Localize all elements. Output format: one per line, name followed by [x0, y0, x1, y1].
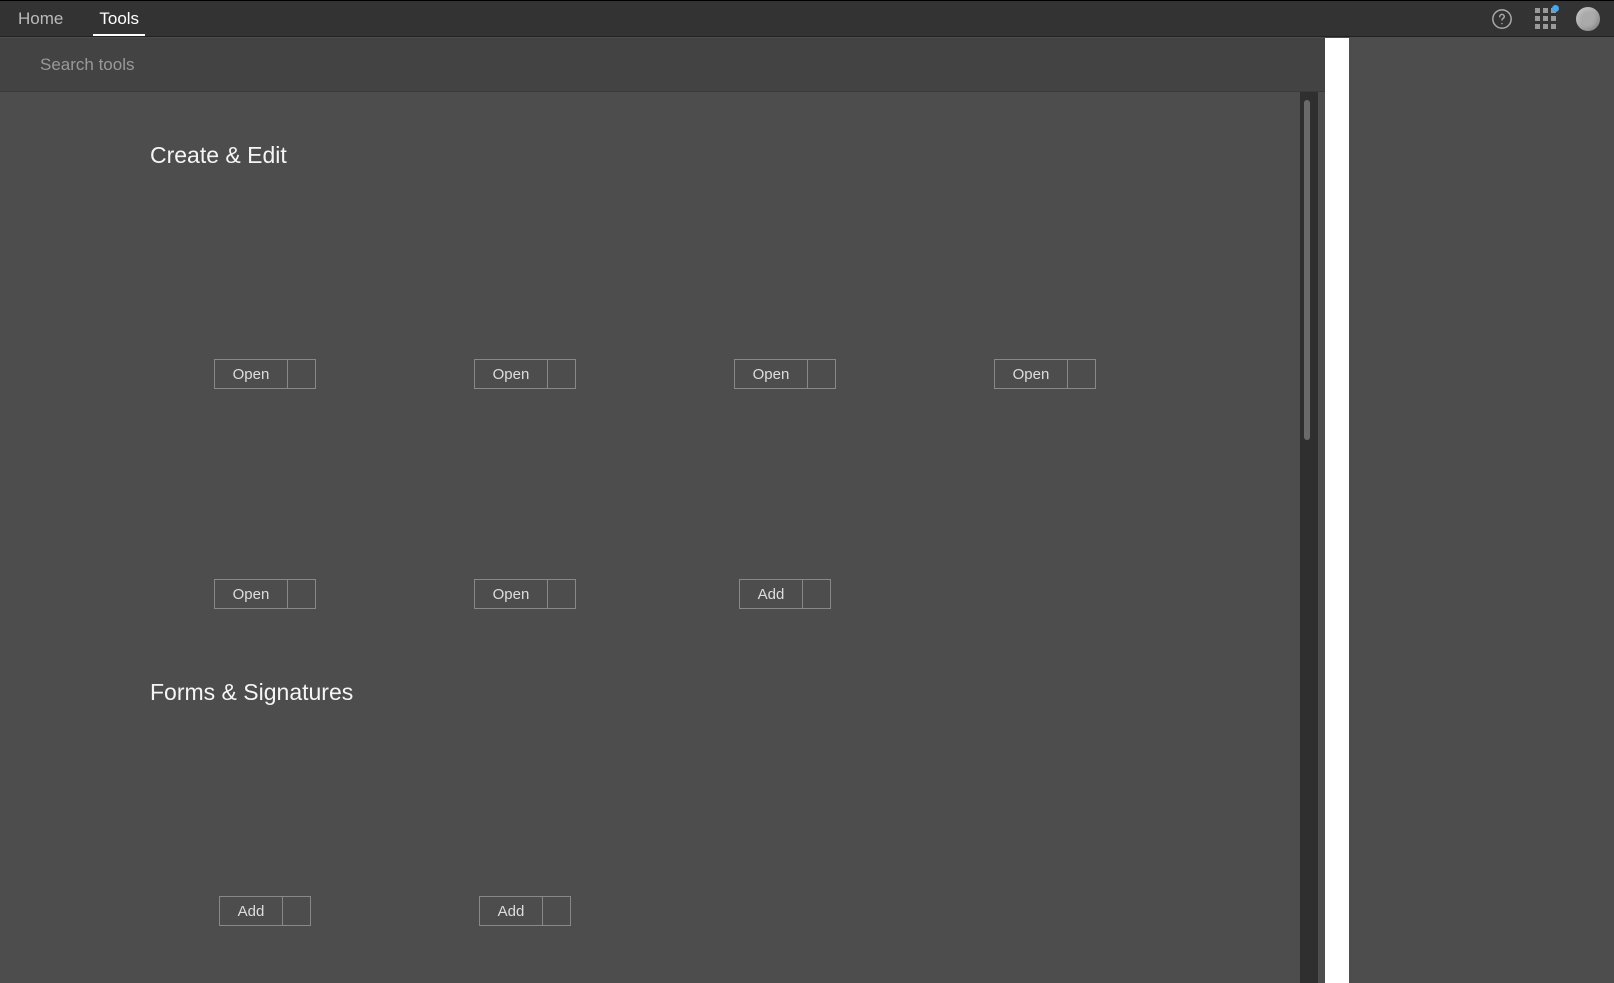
- tool-action-button[interactable]: Open: [214, 579, 317, 609]
- tool-card: Add: [410, 746, 640, 926]
- tool-grid: Add Add: [150, 746, 1300, 926]
- scrollbar-track[interactable]: [1300, 92, 1318, 983]
- chevron-down-icon[interactable]: [547, 360, 575, 388]
- search-input[interactable]: [40, 55, 440, 75]
- tool-card: Open: [930, 209, 1160, 389]
- tool-action-label: Open: [475, 360, 548, 388]
- tool-action-button[interactable]: Add: [479, 896, 572, 926]
- section-forms-signatures: Forms & Signatures Add Add: [150, 679, 1300, 926]
- tool-action-button[interactable]: Add: [739, 579, 832, 609]
- tool-action-button[interactable]: Open: [994, 359, 1097, 389]
- chevron-down-icon[interactable]: [542, 897, 570, 925]
- tool-card: Add: [150, 746, 380, 926]
- apps-grid-icon[interactable]: [1534, 8, 1556, 30]
- tool-action-button[interactable]: Add: [219, 896, 312, 926]
- tool-action-label: Open: [735, 360, 808, 388]
- chevron-down-icon[interactable]: [282, 897, 310, 925]
- chevron-down-icon[interactable]: [1067, 360, 1095, 388]
- chevron-down-icon[interactable]: [807, 360, 835, 388]
- chevron-down-icon[interactable]: [802, 580, 830, 608]
- tool-action-label: Open: [995, 360, 1068, 388]
- tool-card: Open: [410, 209, 640, 389]
- scrollbar-thumb[interactable]: [1304, 100, 1310, 440]
- tool-action-label: Open: [215, 360, 288, 388]
- help-icon[interactable]: [1490, 7, 1514, 31]
- right-panel: [1349, 38, 1614, 983]
- tool-action-label: Add: [480, 897, 543, 925]
- chevron-down-icon[interactable]: [287, 580, 315, 608]
- tool-action-label: Add: [740, 580, 803, 608]
- tool-action-button[interactable]: Open: [474, 579, 577, 609]
- tab-home[interactable]: Home: [0, 1, 81, 36]
- panel-divider: [1325, 38, 1349, 983]
- tool-action-label: Add: [220, 897, 283, 925]
- tool-card: Open: [150, 209, 380, 389]
- tool-card: Open: [410, 429, 640, 609]
- tool-action-label: Open: [215, 580, 288, 608]
- section-title: Forms & Signatures: [150, 679, 1300, 706]
- top-bar: Home Tools: [0, 1, 1614, 37]
- chevron-down-icon[interactable]: [547, 580, 575, 608]
- tool-grid: Open Open Open Open: [150, 209, 1300, 609]
- tool-action-button[interactable]: Open: [734, 359, 837, 389]
- section-title: Create & Edit: [150, 142, 1300, 169]
- tool-action-button[interactable]: Open: [474, 359, 577, 389]
- tool-card: Open: [150, 429, 380, 609]
- tab-tools[interactable]: Tools: [81, 1, 157, 36]
- tool-action-button[interactable]: Open: [214, 359, 317, 389]
- nav-tabs: Home Tools: [0, 1, 157, 36]
- section-create-edit: Create & Edit Open Open Open: [150, 142, 1300, 609]
- top-bar-actions: [1490, 7, 1614, 31]
- notification-dot-icon: [1552, 5, 1559, 12]
- tool-action-label: Open: [475, 580, 548, 608]
- tool-card: Add: [670, 429, 900, 609]
- tool-card: Open: [670, 209, 900, 389]
- avatar[interactable]: [1576, 7, 1600, 31]
- chevron-down-icon[interactable]: [287, 360, 315, 388]
- search-bar: [0, 38, 1340, 92]
- tools-main-area: Create & Edit Open Open Open: [0, 92, 1300, 983]
